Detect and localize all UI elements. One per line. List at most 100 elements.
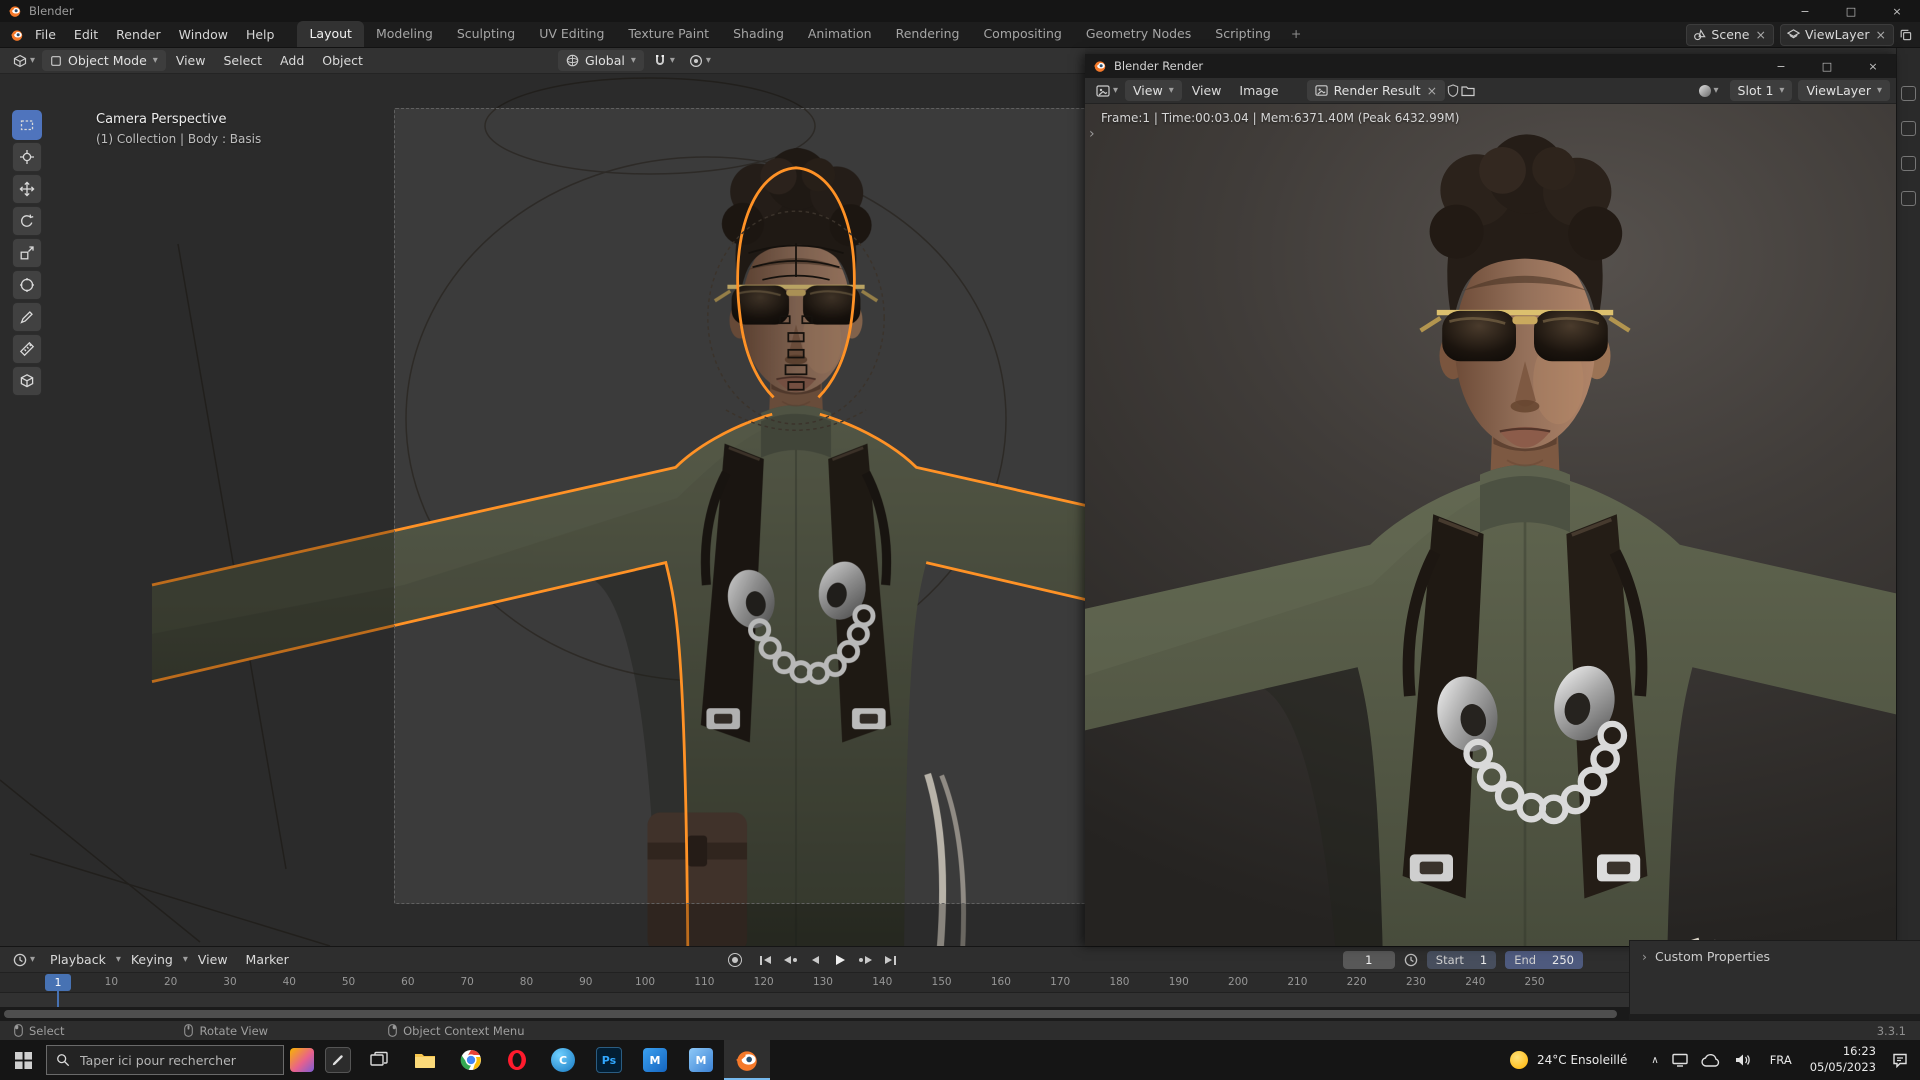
minimize-button[interactable]: − bbox=[1758, 54, 1804, 78]
tool-measure[interactable] bbox=[12, 334, 42, 364]
render-slot-dropdown[interactable]: Slot 1 ▾ bbox=[1729, 80, 1793, 101]
windows-ink-button[interactable] bbox=[320, 1040, 356, 1080]
jump-to-end-button[interactable] bbox=[880, 950, 902, 970]
tool-select-box[interactable] bbox=[12, 110, 42, 140]
timeline-scrollbar[interactable] bbox=[0, 1007, 1629, 1021]
playhead-badge[interactable]: 1 bbox=[45, 974, 71, 991]
viewport-menu-select[interactable]: Select bbox=[215, 50, 270, 71]
mode-dropdown[interactable]: Object Mode ▾ bbox=[42, 50, 166, 71]
photoshop-button[interactable]: Ps bbox=[586, 1040, 632, 1080]
properties-tab-icon[interactable] bbox=[1901, 121, 1916, 136]
previous-keyframe-button[interactable] bbox=[780, 950, 802, 970]
timeline-menu-keying[interactable]: Keying bbox=[123, 949, 181, 970]
image-menu-view[interactable]: View bbox=[1184, 80, 1230, 101]
tab-compositing[interactable]: Compositing bbox=[971, 21, 1073, 47]
proportional-editing-toggle[interactable]: ▾ bbox=[684, 52, 716, 70]
app-m2-button[interactable]: M bbox=[678, 1040, 724, 1080]
orientation-dropdown[interactable]: Global ▾ bbox=[557, 50, 644, 71]
viewport-menu-view[interactable]: View bbox=[168, 50, 214, 71]
tab-animation[interactable]: Animation bbox=[796, 21, 884, 47]
render-layer-dropdown[interactable]: ViewLayer ▾ bbox=[1798, 80, 1890, 101]
tab-texture-paint[interactable]: Texture Paint bbox=[616, 21, 721, 47]
new-view-layer-icon[interactable] bbox=[1900, 29, 1912, 41]
open-image-folder-icon[interactable] bbox=[1461, 85, 1475, 97]
viewport-menu-add[interactable]: Add bbox=[272, 50, 312, 71]
taskbar-search[interactable] bbox=[46, 1045, 284, 1075]
image-menu-image[interactable]: Image bbox=[1231, 80, 1286, 101]
fake-user-shield-icon[interactable] bbox=[1447, 84, 1459, 97]
scrollbar-thumb[interactable] bbox=[4, 1010, 1617, 1018]
action-center-button[interactable] bbox=[1886, 1052, 1920, 1068]
properties-tab-icon[interactable] bbox=[1901, 191, 1916, 206]
search-input[interactable] bbox=[78, 1051, 242, 1069]
tab-modeling[interactable]: Modeling bbox=[364, 21, 445, 47]
render-window-titlebar[interactable]: Blender Render − □ × bbox=[1085, 54, 1896, 78]
current-frame-field[interactable]: 1 bbox=[1342, 951, 1395, 969]
editor-type-selector[interactable]: ▾ bbox=[1091, 82, 1123, 100]
view-layer-selector[interactable]: ViewLayer × bbox=[1780, 23, 1894, 46]
clock-widget[interactable]: 16:23 05/05/2023 bbox=[1800, 1044, 1886, 1075]
tray-overflow-icon[interactable]: ∧ bbox=[1651, 1055, 1658, 1066]
timeline-menu-view[interactable]: View bbox=[190, 949, 236, 970]
scene-selector[interactable]: Scene × bbox=[1686, 23, 1774, 46]
minimize-button[interactable]: − bbox=[1782, 0, 1828, 22]
language-indicator[interactable]: FRA bbox=[1762, 1053, 1800, 1067]
blender-menu-icon[interactable] bbox=[8, 28, 26, 42]
tool-rotate[interactable] bbox=[12, 206, 42, 236]
tab-sculpting[interactable]: Sculpting bbox=[445, 21, 527, 47]
start-frame-field[interactable]: Start 1 bbox=[1426, 951, 1497, 969]
menu-file[interactable]: File bbox=[26, 24, 65, 45]
display-channels-dropdown[interactable]: ▾ bbox=[1694, 83, 1724, 99]
tool-transform[interactable] bbox=[12, 270, 42, 300]
tab-rendering[interactable]: Rendering bbox=[884, 21, 972, 47]
app-c-button[interactable]: C bbox=[540, 1040, 586, 1080]
end-frame-field[interactable]: End 250 bbox=[1505, 951, 1583, 969]
playhead-line[interactable] bbox=[57, 991, 59, 1007]
auto-keying-toggle[interactable] bbox=[727, 953, 742, 967]
tool-move[interactable] bbox=[12, 174, 42, 204]
tab-uv-editing[interactable]: UV Editing bbox=[527, 21, 616, 47]
view-layer-unlink-icon[interactable]: × bbox=[1875, 27, 1887, 42]
add-workspace-button[interactable]: + bbox=[1283, 21, 1309, 47]
tab-layout[interactable]: Layout bbox=[297, 21, 364, 47]
tool-scale[interactable] bbox=[12, 238, 42, 268]
display-icon[interactable] bbox=[1671, 1053, 1688, 1067]
tab-scripting[interactable]: Scripting bbox=[1203, 21, 1283, 47]
menu-render[interactable]: Render bbox=[107, 24, 170, 45]
file-explorer-button[interactable] bbox=[402, 1040, 448, 1080]
task-view-button[interactable] bbox=[356, 1040, 402, 1080]
image-unlink-icon[interactable]: × bbox=[1427, 83, 1437, 98]
display-mode-dropdown[interactable]: View ▾ bbox=[1125, 80, 1182, 101]
start-button[interactable] bbox=[0, 1040, 46, 1080]
timeline-menu-playback[interactable]: Playback bbox=[42, 949, 114, 970]
viewport-menu-object[interactable]: Object bbox=[314, 50, 371, 71]
properties-tab-icon[interactable] bbox=[1901, 156, 1916, 171]
jump-to-start-button[interactable] bbox=[755, 950, 777, 970]
tab-shading[interactable]: Shading bbox=[721, 21, 796, 47]
menu-window[interactable]: Window bbox=[170, 24, 237, 45]
weather-widget[interactable]: 24°C Ensoleillé bbox=[1496, 1040, 1641, 1080]
custom-properties-row[interactable]: › Custom Properties bbox=[1642, 949, 1908, 964]
menu-edit[interactable]: Edit bbox=[65, 24, 107, 45]
opera-button[interactable] bbox=[494, 1040, 540, 1080]
menu-help[interactable]: Help bbox=[237, 24, 284, 45]
tab-geometry-nodes[interactable]: Geometry Nodes bbox=[1074, 21, 1203, 47]
scene-unlink-icon[interactable]: × bbox=[1755, 27, 1767, 42]
search-highlight-button[interactable] bbox=[284, 1040, 320, 1080]
window-titlebar[interactable]: Blender − □ × bbox=[0, 0, 1920, 22]
play-reverse-button[interactable] bbox=[805, 950, 827, 970]
maximize-button[interactable]: □ bbox=[1828, 0, 1874, 22]
editor-type-selector[interactable]: ▾ bbox=[8, 951, 40, 969]
next-keyframe-button[interactable] bbox=[855, 950, 877, 970]
timeline-ruler[interactable]: 1102030405060708090100110120130140150160… bbox=[0, 973, 1629, 993]
3d-viewport[interactable]: Camera Perspective (1) Collection | Body… bbox=[0, 74, 1085, 946]
chrome-button[interactable] bbox=[448, 1040, 494, 1080]
close-button[interactable]: × bbox=[1850, 54, 1896, 78]
speaker-icon[interactable] bbox=[1734, 1053, 1752, 1067]
tool-cursor[interactable] bbox=[12, 142, 42, 172]
region-toggle-icon[interactable]: › bbox=[1089, 126, 1095, 142]
tool-add-cube[interactable] bbox=[12, 366, 42, 396]
clock-icon[interactable] bbox=[1404, 953, 1418, 967]
play-button[interactable] bbox=[830, 950, 852, 970]
snapping-toggle[interactable]: ▾ bbox=[648, 52, 680, 70]
